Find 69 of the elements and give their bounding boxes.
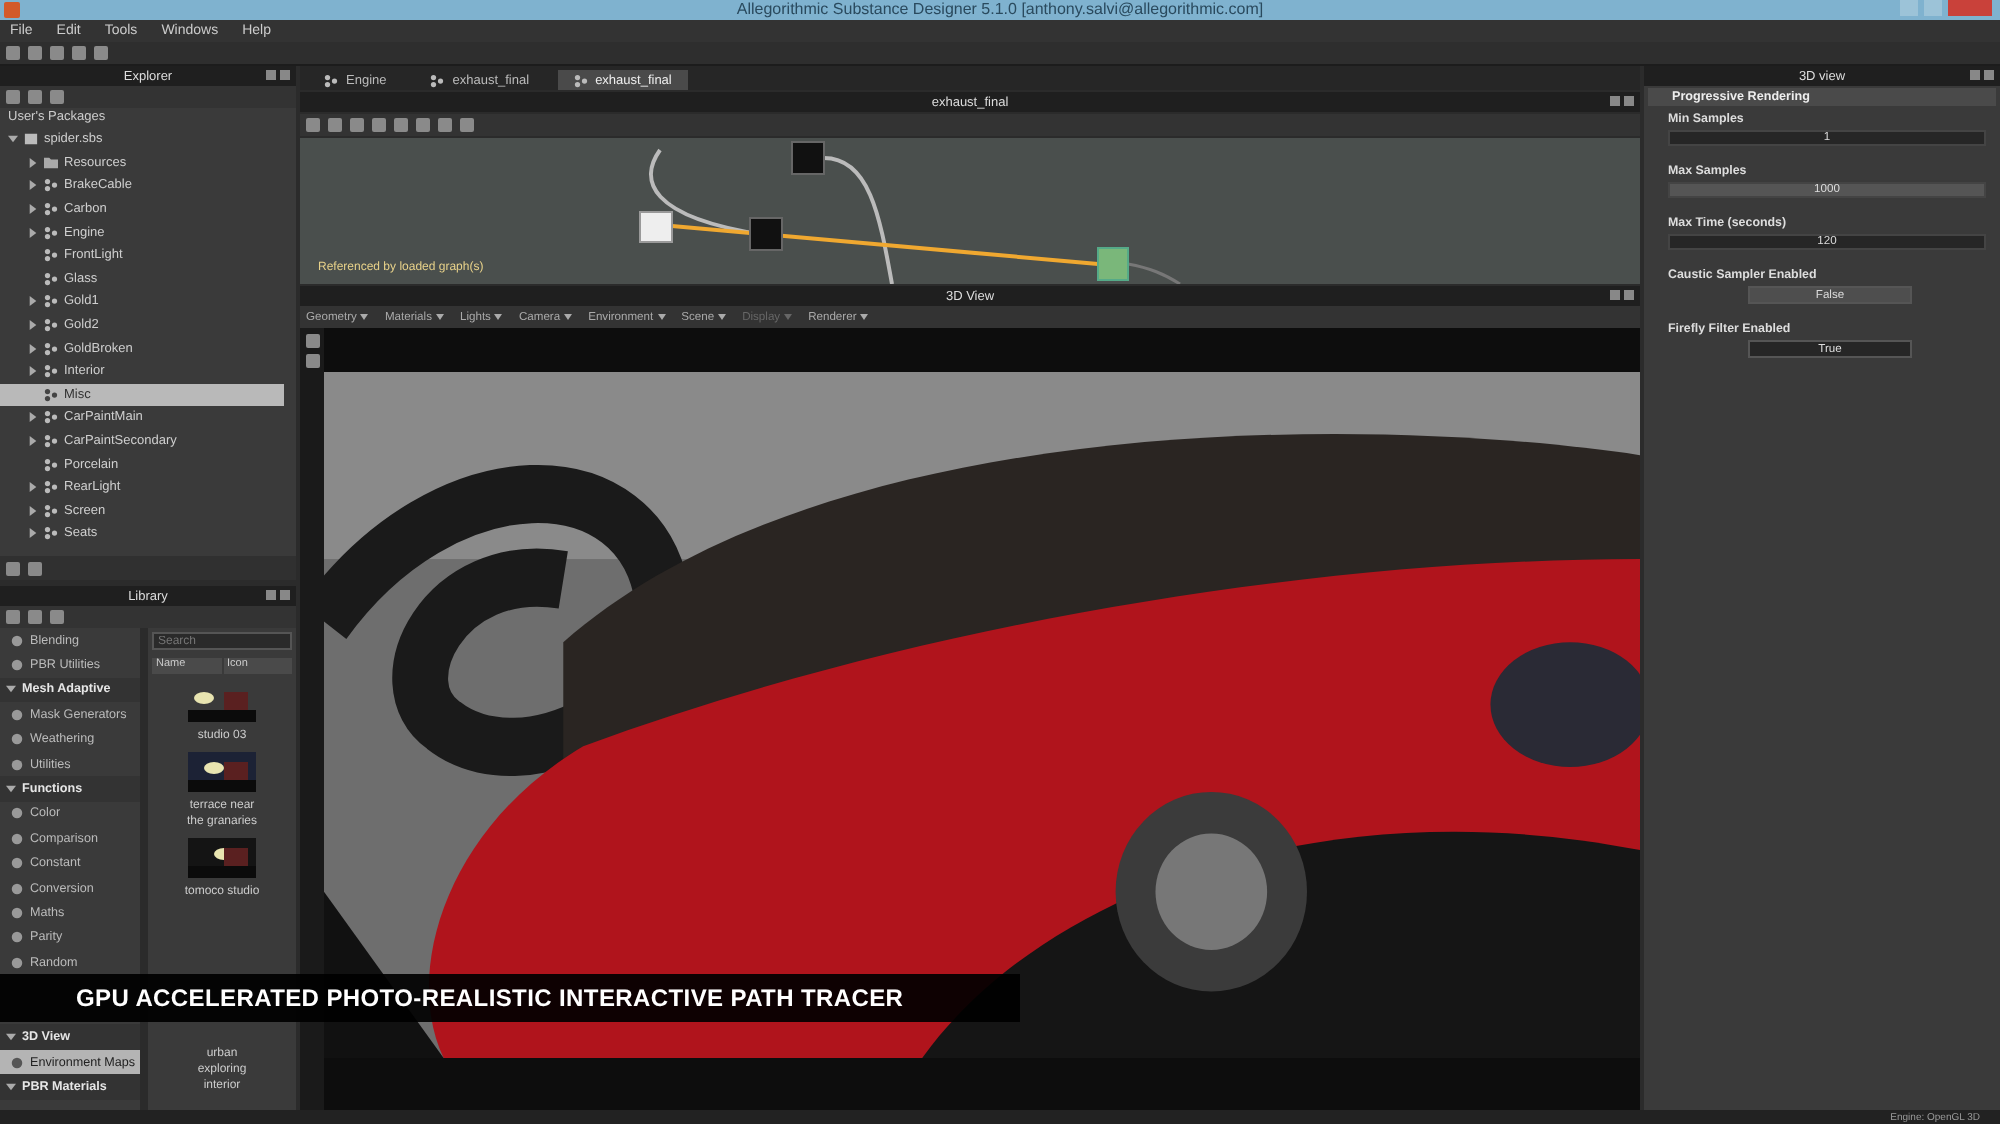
graph-icon [44, 526, 58, 541]
graph-icon [44, 387, 58, 402]
expand-arrow-icon[interactable] [28, 227, 38, 238]
graph-icon [44, 178, 58, 193]
float-icon[interactable] [266, 590, 276, 600]
graph-icon [44, 294, 58, 309]
close-button[interactable] [1948, 0, 1992, 16]
float-icon[interactable] [1610, 290, 1620, 300]
expand-arrow-icon[interactable] [28, 157, 38, 168]
graph-icon [44, 503, 58, 518]
graph-node[interactable] [791, 141, 825, 175]
expand-arrow-icon[interactable] [28, 436, 38, 447]
expand-arrow-icon[interactable] [28, 528, 38, 539]
caret-icon [860, 314, 869, 320]
expand-arrow-icon[interactable] [28, 320, 38, 331]
float-icon[interactable] [266, 70, 276, 80]
caret-icon [657, 314, 666, 320]
graph-icon [44, 202, 58, 217]
graph-icon [44, 248, 58, 263]
package-icon [24, 132, 38, 147]
graph-icon [573, 73, 588, 87]
expanded-arrow-icon[interactable] [8, 134, 18, 145]
connection-wire [1127, 262, 1181, 284]
caret-icon [494, 314, 503, 320]
expand-arrow-icon[interactable] [28, 296, 38, 307]
maximize-button[interactable] [1924, 0, 1942, 16]
graph-node[interactable] [639, 211, 673, 243]
graph-icon [44, 480, 58, 495]
graph-icon [44, 434, 58, 449]
graph-icon [430, 73, 445, 87]
expanded-arrow-icon[interactable] [6, 784, 16, 795]
close-icon[interactable] [280, 590, 290, 600]
float-icon[interactable] [1970, 70, 1980, 80]
folder-icon [44, 155, 58, 170]
expand-arrow-icon[interactable] [28, 366, 38, 377]
caret-icon [564, 314, 573, 320]
graph-icon [44, 341, 58, 356]
expanded-arrow-icon[interactable] [6, 1081, 16, 1092]
graph-icon [44, 271, 58, 286]
caret-icon [718, 314, 727, 320]
caret-icon [784, 314, 793, 320]
expand-arrow-icon[interactable] [28, 505, 38, 516]
expand-arrow-icon[interactable] [28, 180, 38, 191]
close-icon[interactable] [1624, 96, 1634, 106]
graph-node[interactable] [749, 217, 783, 251]
caret-icon [435, 314, 444, 320]
graph-icon [44, 410, 58, 425]
expand-arrow-icon[interactable] [28, 412, 38, 423]
close-icon[interactable] [280, 70, 290, 80]
expand-arrow-icon[interactable] [28, 343, 38, 354]
expanded-arrow-icon[interactable] [6, 684, 16, 695]
caret-icon [360, 314, 369, 320]
caption-text: GPU ACCELERATED PHOTO-REALISTIC INTERACTIVE PATH TRACER [76, 984, 904, 1012]
expand-arrow-icon[interactable] [28, 482, 38, 493]
graph-icon [44, 318, 58, 333]
float-icon[interactable] [1610, 96, 1620, 106]
app-icon [4, 2, 20, 18]
close-icon[interactable] [1984, 70, 1994, 80]
graph-icon [44, 225, 58, 240]
expanded-arrow-icon[interactable] [6, 1032, 16, 1043]
category-icon [10, 1055, 24, 1070]
minimize-button[interactable] [1900, 0, 1918, 16]
expand-arrow-icon[interactable] [28, 204, 38, 215]
graph-node[interactable] [1097, 247, 1129, 281]
graph-icon [44, 457, 58, 472]
close-icon[interactable] [1624, 290, 1634, 300]
graph-icon [324, 73, 338, 87]
graph-icon [44, 364, 58, 379]
window-title: Allegorithmic Substance Designer 5.1.0 [anthony.salvi@allegorithmic.com] [736, 0, 1264, 20]
